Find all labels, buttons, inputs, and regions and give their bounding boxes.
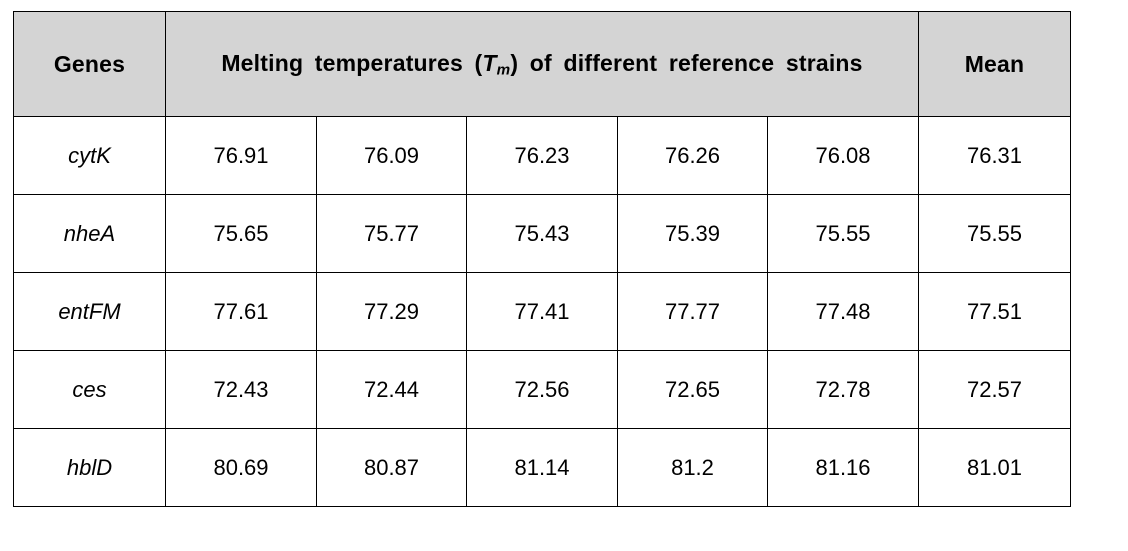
- melting-temperature-table-container: Genes Melting temperatures (Tm) of diffe…: [13, 11, 1071, 507]
- melting-temperature-table: Genes Melting temperatures (Tm) of diffe…: [13, 11, 1071, 507]
- tm-value-cell: 76.26: [617, 116, 768, 195]
- gene-name-cell: cytK: [13, 116, 166, 195]
- tm-value-cell: 75.65: [165, 194, 317, 273]
- tm-value-cell: 76.08: [767, 116, 919, 195]
- tm-value-cell: 75.43: [466, 194, 618, 273]
- tm-value-cell: 76.09: [316, 116, 467, 195]
- tm-value-cell: 72.44: [316, 350, 467, 429]
- table-row: cytK 76.91 76.09 76.23 76.26 76.08 76.31: [13, 116, 1071, 195]
- header-span-prefix: Melting temperatures (: [221, 49, 483, 76]
- tm-value-cell: 72.78: [767, 350, 919, 429]
- gene-name-cell: entFM: [13, 272, 166, 351]
- table-body: cytK 76.91 76.09 76.23 76.26 76.08 76.31…: [13, 116, 1071, 507]
- tm-value-cell: 80.69: [165, 428, 317, 507]
- tm-value-cell: 81.2: [617, 428, 768, 507]
- tm-value-cell: 77.48: [767, 272, 919, 351]
- header-cell-genes: Genes: [13, 11, 166, 117]
- header-tm-subscript: m: [496, 61, 511, 79]
- header-row: Genes Melting temperatures (Tm) of diffe…: [13, 11, 1071, 117]
- tm-mean-cell: 81.01: [918, 428, 1071, 507]
- tm-value-cell: 75.39: [617, 194, 768, 273]
- tm-mean-cell: 76.31: [918, 116, 1071, 195]
- tm-value-cell: 76.23: [466, 116, 618, 195]
- tm-value-cell: 76.91: [165, 116, 317, 195]
- tm-value-cell: 77.61: [165, 272, 317, 351]
- tm-value-cell: 75.77: [316, 194, 467, 273]
- tm-value-cell: 77.41: [466, 272, 618, 351]
- tm-value-cell: 81.14: [466, 428, 618, 507]
- tm-mean-cell: 75.55: [918, 194, 1071, 273]
- table-row: entFM 77.61 77.29 77.41 77.77 77.48 77.5…: [13, 272, 1071, 351]
- table-page: Genes Melting temperatures (Tm) of diffe…: [0, 0, 1128, 551]
- tm-value-cell: 77.29: [316, 272, 467, 351]
- tm-value-cell: 72.65: [617, 350, 768, 429]
- header-cell-mean: Mean: [918, 11, 1071, 117]
- table-header: Genes Melting temperatures (Tm) of diffe…: [13, 11, 1071, 117]
- gene-name-cell: nheA: [13, 194, 166, 273]
- tm-mean-cell: 72.57: [918, 350, 1071, 429]
- tm-value-cell: 75.55: [767, 194, 919, 273]
- gene-name-cell: ces: [13, 350, 166, 429]
- tm-value-cell: 77.77: [617, 272, 768, 351]
- header-tm-symbol: T: [482, 49, 497, 76]
- table-row: ces 72.43 72.44 72.56 72.65 72.78 72.57: [13, 350, 1071, 429]
- tm-value-cell: 72.56: [466, 350, 618, 429]
- tm-value-cell: 72.43: [165, 350, 317, 429]
- tm-value-cell: 81.16: [767, 428, 919, 507]
- header-cell-melting-temperatures: Melting temperatures (Tm) of different r…: [165, 11, 919, 117]
- table-row: nheA 75.65 75.77 75.43 75.39 75.55 75.55: [13, 194, 1071, 273]
- tm-mean-cell: 77.51: [918, 272, 1071, 351]
- table-row: hblD 80.69 80.87 81.14 81.2 81.16 81.01: [13, 428, 1071, 507]
- tm-value-cell: 80.87: [316, 428, 467, 507]
- gene-name-cell: hblD: [13, 428, 166, 507]
- header-span-suffix: ) of different reference strains: [510, 49, 863, 76]
